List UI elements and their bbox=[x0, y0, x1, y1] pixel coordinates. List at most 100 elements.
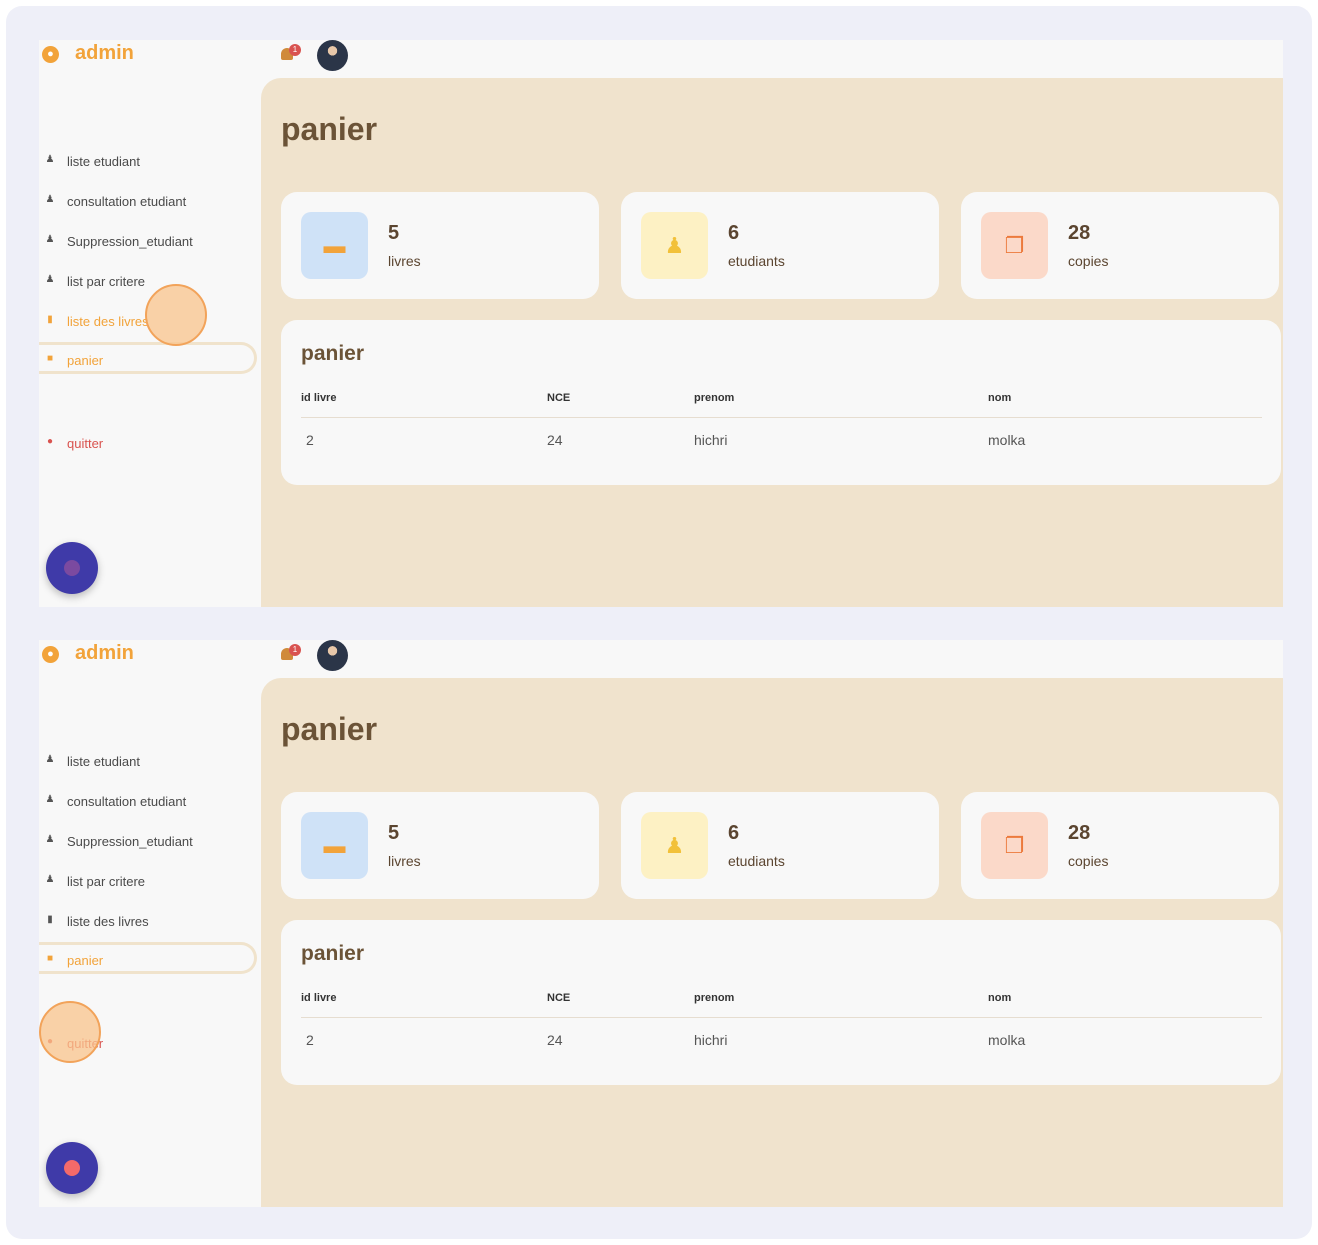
user-remove-icon: ♟ bbox=[45, 234, 55, 245]
sidebar-item-label: panier bbox=[67, 953, 104, 968]
stat-card-copies: ❐ 28 copies bbox=[961, 192, 1279, 299]
user-check-icon: ♟ bbox=[45, 194, 55, 205]
sidebar-item-list-par-critere[interactable]: ♟ list par critere bbox=[39, 266, 261, 296]
icon-box: ♟ bbox=[641, 812, 708, 879]
user-circle-icon: ● bbox=[42, 646, 59, 663]
sidebar-item-liste-etudiant[interactable]: ♟ liste etudiant bbox=[39, 146, 261, 176]
stat-label: etudiants bbox=[728, 253, 785, 269]
table-cell: 2 bbox=[306, 432, 314, 448]
avatar[interactable] bbox=[317, 640, 348, 671]
table-divider bbox=[301, 1017, 1262, 1018]
stat-value: 28 bbox=[1068, 822, 1091, 844]
brand-title: admin bbox=[75, 42, 134, 64]
avatar[interactable] bbox=[317, 40, 348, 71]
table-title: panier bbox=[301, 342, 365, 365]
sidebar-item-consultation-etudiant[interactable]: ♟ consultation etudiant bbox=[39, 186, 261, 216]
users-icon: ♟ bbox=[664, 233, 685, 258]
users-icon: ♟ bbox=[45, 754, 55, 765]
panier-table-card: panier id livre NCE prenom nom 2 24 hich… bbox=[281, 320, 1281, 485]
sidebar-item-suppression-etudiant[interactable]: ♟ Suppression_etudiant bbox=[39, 226, 261, 256]
stat-card-etudiants: ♟ 6 etudiants bbox=[621, 792, 939, 899]
exit-icon: ● bbox=[46, 436, 54, 447]
sidebar-item-label: Suppression_etudiant bbox=[67, 834, 193, 849]
stat-label: etudiants bbox=[728, 853, 785, 869]
user-check-icon: ♟ bbox=[45, 794, 55, 805]
brand[interactable]: ● admin bbox=[39, 40, 261, 70]
sidebar-item-consultation-etudiant[interactable]: ♟ consultation etudiant bbox=[39, 786, 261, 816]
sidebar-item-label: Suppression_etudiant bbox=[67, 234, 193, 249]
sidebar-item-list-par-critere[interactable]: ♟ list par critere bbox=[39, 866, 261, 896]
stat-label: copies bbox=[1068, 853, 1109, 869]
stat-label: livres bbox=[388, 253, 421, 269]
icon-box: ❐ bbox=[981, 812, 1048, 879]
app-window-1: ● admin ♟ liste etudiant ♟ consultation … bbox=[39, 40, 1283, 607]
brand[interactable]: ● admin bbox=[39, 640, 261, 670]
page-title: panier bbox=[281, 111, 378, 147]
sidebar-item-label: list par critere bbox=[67, 274, 146, 289]
icon-box: ♟ bbox=[641, 212, 708, 279]
click-indicator bbox=[39, 1001, 101, 1063]
column-header: prenom bbox=[694, 392, 735, 404]
sidebar-item-label: list par critere bbox=[67, 874, 146, 889]
bag-icon: ■ bbox=[46, 353, 54, 364]
sidebar-item-label: liste des livres bbox=[67, 314, 149, 329]
main-content: panier ▬ 5 livres ♟ 6 etudiants ❐ 28 cop… bbox=[261, 678, 1283, 1207]
sidebar-item-quitter[interactable]: ● quitter bbox=[39, 428, 261, 458]
stat-value: 5 bbox=[388, 222, 400, 244]
sidebar-item-label: consultation etudiant bbox=[67, 194, 187, 209]
click-indicator bbox=[145, 284, 207, 346]
sidebar-item-label: liste etudiant bbox=[67, 754, 140, 769]
stat-card-livres: ▬ 5 livres bbox=[281, 192, 599, 299]
table-cell: hichri bbox=[694, 432, 728, 448]
stat-card-etudiants: ♟ 6 etudiants bbox=[621, 192, 939, 299]
sidebar-item-liste-etudiant[interactable]: ♟ liste etudiant bbox=[39, 746, 261, 776]
sidebar-item-label: liste des livres bbox=[67, 914, 149, 929]
icon-box: ▬ bbox=[301, 812, 368, 879]
sidebar-item-panier[interactable]: ■ panier bbox=[39, 342, 257, 374]
column-header: id livre bbox=[301, 992, 337, 1004]
main-content: panier ▬ 5 livres ♟ 6 etudiants ❐ 28 cop… bbox=[261, 78, 1283, 607]
stat-value: 6 bbox=[728, 222, 740, 244]
app-window-2: ● admin ♟ liste etudiant ♟ consultation … bbox=[39, 640, 1283, 1207]
sidebar-item-liste-des-livres[interactable]: ▮ liste des livres bbox=[39, 906, 261, 936]
books-icon: ▮ bbox=[47, 914, 53, 925]
notification-badge: 1 bbox=[289, 644, 301, 656]
stat-card-livres: ▬ 5 livres bbox=[281, 792, 599, 899]
column-header: nom bbox=[988, 392, 1012, 404]
fab-dot-icon bbox=[64, 560, 80, 576]
users-icon: ♟ bbox=[45, 154, 55, 165]
bag-icon: ■ bbox=[46, 953, 54, 964]
table-cell: molka bbox=[988, 432, 1026, 448]
notification-bell[interactable]: 1 bbox=[281, 644, 301, 664]
people-icon: ♟ bbox=[45, 874, 55, 885]
sidebar-item-label: panier bbox=[67, 353, 104, 368]
notification-bell[interactable]: 1 bbox=[281, 44, 301, 64]
table-cell: 2 bbox=[306, 1032, 314, 1048]
column-header: NCE bbox=[547, 392, 571, 404]
icon-box: ▬ bbox=[301, 212, 368, 279]
sidebar-item-panier[interactable]: ■ panier bbox=[39, 942, 257, 974]
stat-card-copies: ❐ 28 copies bbox=[961, 792, 1279, 899]
column-header: nom bbox=[988, 992, 1012, 1004]
table-title: panier bbox=[301, 942, 365, 965]
panier-table-card: panier id livre NCE prenom nom 2 24 hich… bbox=[281, 920, 1281, 1085]
books-icon: ▮ bbox=[47, 314, 53, 325]
floating-action-button[interactable] bbox=[46, 542, 98, 594]
sidebar-item-label: consultation etudiant bbox=[67, 794, 187, 809]
stat-label: copies bbox=[1068, 253, 1109, 269]
table-cell: 24 bbox=[547, 1032, 563, 1048]
users-icon: ♟ bbox=[664, 833, 685, 858]
floating-action-button[interactable] bbox=[46, 1142, 98, 1194]
table-cell: hichri bbox=[694, 1032, 728, 1048]
column-header: NCE bbox=[547, 992, 571, 1004]
stat-label: livres bbox=[388, 853, 421, 869]
page-title: panier bbox=[281, 711, 378, 747]
people-icon: ♟ bbox=[45, 274, 55, 285]
fab-dot-icon bbox=[64, 1160, 80, 1176]
stat-value: 5 bbox=[388, 822, 400, 844]
stat-value: 28 bbox=[1068, 222, 1091, 244]
sidebar-item-suppression-etudiant[interactable]: ♟ Suppression_etudiant bbox=[39, 826, 261, 856]
table-cell: 24 bbox=[547, 432, 563, 448]
stat-value: 6 bbox=[728, 822, 740, 844]
sidebar-item-label: quitter bbox=[67, 436, 104, 451]
